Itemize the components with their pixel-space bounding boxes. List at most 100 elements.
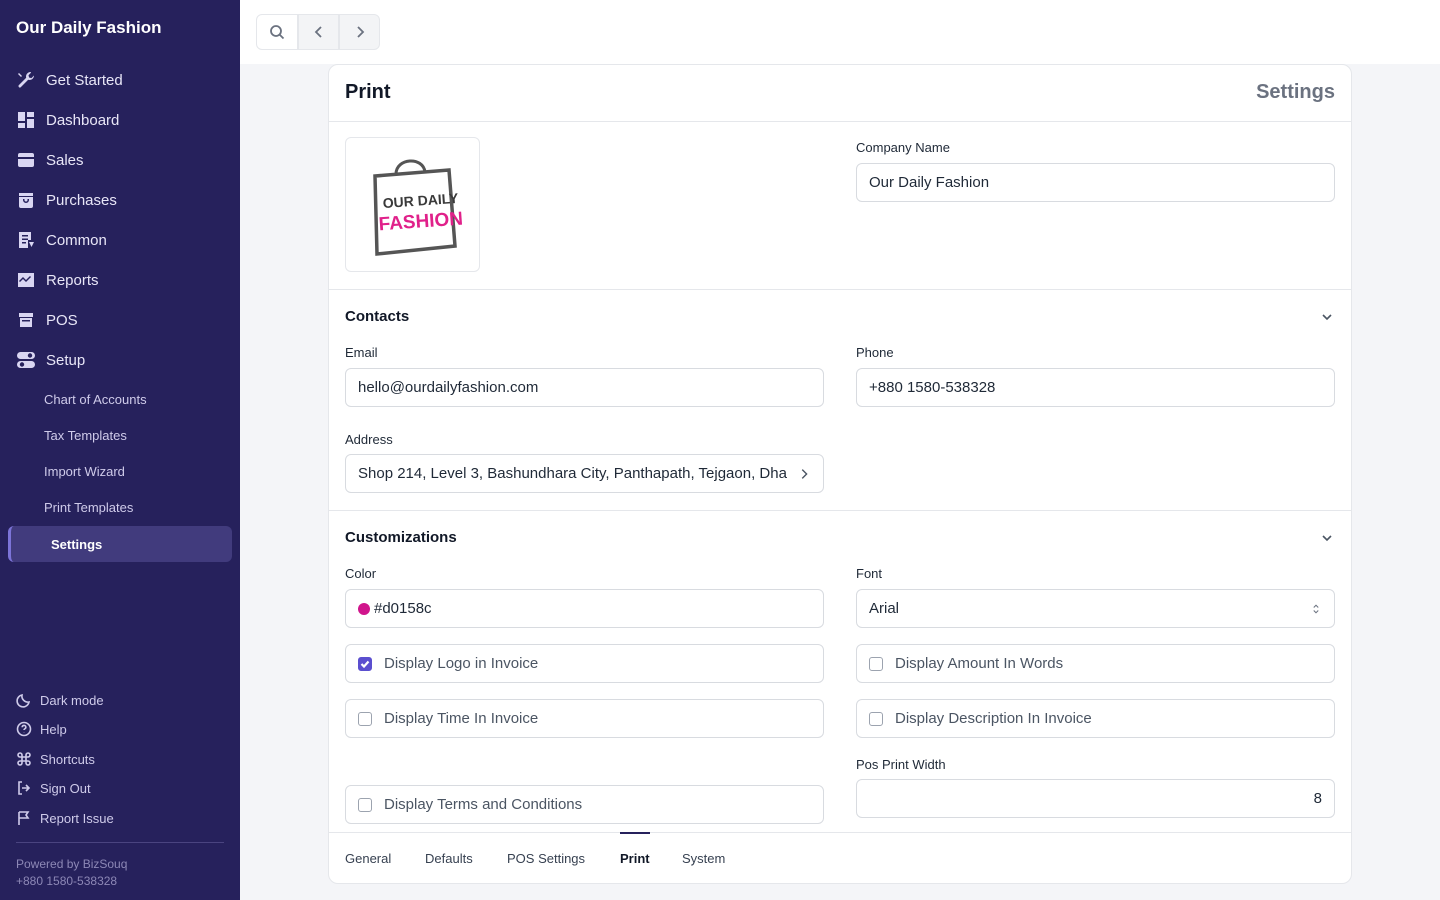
- settings-tabs: General Defaults POS Settings Print Syst…: [329, 832, 1351, 883]
- sidebar-item-get-started[interactable]: Get Started: [0, 60, 240, 100]
- sidebar-subitem-chart-of-accounts[interactable]: Chart of Accounts: [8, 381, 232, 417]
- register-icon: [16, 310, 36, 330]
- sidebar-subitem-settings[interactable]: Settings: [8, 526, 232, 562]
- page-title: Print: [345, 81, 391, 103]
- display-description-checkbox[interactable]: Display Description In Invoice: [856, 699, 1335, 738]
- app-name: Our Daily Fashion: [16, 18, 162, 37]
- sign-out-icon: [18, 781, 31, 795]
- page-subtitle: Settings: [1256, 81, 1335, 103]
- sidebar-item-sales[interactable]: Sales: [0, 140, 240, 180]
- tab-general[interactable]: General: [345, 851, 391, 866]
- forward-button[interactable]: [339, 14, 380, 50]
- shopping-bag-icon: [16, 190, 36, 210]
- dashboard-icon: [16, 110, 36, 130]
- email-field[interactable]: hello@ourdailyfashion.com: [345, 368, 824, 407]
- color-label: Color: [345, 566, 377, 581]
- tab-pos-settings[interactable]: POS Settings: [507, 851, 585, 866]
- checkbox-icon: [358, 711, 372, 726]
- top-bar: [240, 0, 1440, 64]
- sidebar-item-label: Dashboard: [46, 111, 120, 129]
- powered-by-text: Powered by BizSouq: [16, 857, 128, 871]
- dark-mode-button[interactable]: Dark mode: [16, 690, 104, 710]
- display-time-checkbox[interactable]: Display Time In Invoice: [345, 699, 824, 738]
- search-button[interactable]: [256, 14, 298, 50]
- tab-system[interactable]: System: [682, 851, 725, 866]
- report-issue-label: Report Issue: [40, 810, 114, 826]
- company-name-label: Company Name: [856, 140, 950, 155]
- help-label: Help: [40, 721, 67, 737]
- address-value: Shop 214, Level 3, Bashundhara City, Pan…: [358, 465, 787, 482]
- pos-print-width-label: Pos Print Width: [856, 757, 946, 772]
- sidebar-item-label: Setup: [46, 351, 86, 369]
- sidebar-item-label: Reports: [46, 271, 99, 289]
- help-icon: [16, 721, 32, 737]
- credit-card-icon: [16, 150, 36, 170]
- powered-by: Powered by BizSouq +880 1580-538328: [16, 856, 127, 890]
- color-field[interactable]: #d0158c: [345, 589, 824, 628]
- chevron-right-icon: [356, 26, 364, 38]
- email-label: Email: [345, 345, 378, 360]
- sidebar-item-pos[interactable]: POS: [0, 300, 240, 340]
- tab-defaults[interactable]: Defaults: [425, 851, 473, 866]
- phone-field[interactable]: +880 1580-538328: [856, 368, 1335, 407]
- sidebar-item-common[interactable]: Common: [0, 220, 240, 260]
- address-field[interactable]: Shop 214, Level 3, Bashundhara City, Pan…: [345, 454, 824, 493]
- pos-print-width-field[interactable]: 8: [856, 779, 1335, 818]
- main-nav: Get Started Dashboard Sales Purchases Co…: [0, 60, 240, 380]
- shortcuts-button[interactable]: Shortcuts: [16, 749, 95, 769]
- font-select[interactable]: Arial: [856, 589, 1335, 628]
- sidebar-subitem-tax-templates[interactable]: Tax Templates: [8, 417, 232, 453]
- toggle-icon: [16, 350, 36, 370]
- chevron-left-icon: [314, 26, 322, 38]
- checkbox-checked-icon: [358, 656, 372, 671]
- sidebar-item-label: Get Started: [46, 71, 123, 89]
- customizations-collapse-toggle[interactable]: [1319, 530, 1335, 546]
- back-button[interactable]: [298, 14, 339, 50]
- customizations-section-title: Customizations: [345, 529, 457, 546]
- sidebar-item-purchases[interactable]: Purchases: [0, 180, 240, 220]
- company-logo[interactable]: OUR DAILY FASHION: [345, 137, 480, 272]
- card-header: Print Settings: [329, 65, 1351, 122]
- chevron-down-icon: [1322, 535, 1332, 542]
- chevron-down-icon: [1322, 314, 1332, 321]
- address-label: Address: [345, 432, 393, 447]
- checkbox-icon: [869, 711, 883, 726]
- chart-icon: [16, 270, 36, 290]
- sign-out-button[interactable]: Sign Out: [16, 778, 91, 798]
- display-logo-label: Display Logo in Invoice: [384, 655, 539, 672]
- contacts-collapse-toggle[interactable]: [1319, 309, 1335, 325]
- sidebar-item-label: POS: [46, 311, 78, 329]
- sidebar-subitem-import-wizard[interactable]: Import Wizard: [8, 453, 232, 489]
- section-divider: [329, 510, 1351, 511]
- moon-icon: [16, 693, 31, 708]
- sidebar-item-reports[interactable]: Reports: [0, 260, 240, 300]
- sidebar-item-dashboard[interactable]: Dashboard: [0, 100, 240, 140]
- tab-print[interactable]: Print: [620, 851, 650, 866]
- report-issue-button[interactable]: Report Issue: [16, 808, 114, 828]
- dark-mode-label: Dark mode: [40, 692, 104, 708]
- checkbox-icon: [869, 656, 883, 671]
- checkbox-icon: [358, 797, 372, 812]
- shopping-bag-logo-icon: OUR DAILY FASHION: [372, 159, 463, 256]
- sidebar-item-label: Purchases: [46, 191, 117, 209]
- help-button[interactable]: Help: [16, 719, 67, 739]
- sidebar-divider: [16, 842, 224, 843]
- display-amount-words-checkbox[interactable]: Display Amount In Words: [856, 644, 1335, 683]
- sidebar-subitem-print-templates[interactable]: Print Templates: [8, 489, 232, 525]
- document-icon: [16, 230, 36, 250]
- sign-out-label: Sign Out: [40, 780, 91, 796]
- display-terms-checkbox[interactable]: Display Terms and Conditions: [345, 785, 824, 824]
- contacts-section-title: Contacts: [345, 308, 410, 325]
- wrench-icon: [16, 70, 36, 90]
- sidebar-item-setup[interactable]: Setup: [0, 340, 240, 380]
- display-terms-label: Display Terms and Conditions: [384, 796, 583, 813]
- company-name-field[interactable]: Our Daily Fashion: [856, 163, 1335, 202]
- sidebar: Our Daily Fashion Get Started Dashboard …: [0, 0, 240, 900]
- chevron-right-icon: [801, 468, 808, 479]
- display-logo-checkbox[interactable]: Display Logo in Invoice: [345, 644, 824, 683]
- display-amount-words-label: Display Amount In Words: [895, 655, 1064, 672]
- sidebar-item-label: Common: [46, 231, 107, 249]
- search-icon: [270, 25, 285, 40]
- sidebar-item-label: Sales: [46, 151, 84, 169]
- select-arrows-icon: [1313, 604, 1319, 613]
